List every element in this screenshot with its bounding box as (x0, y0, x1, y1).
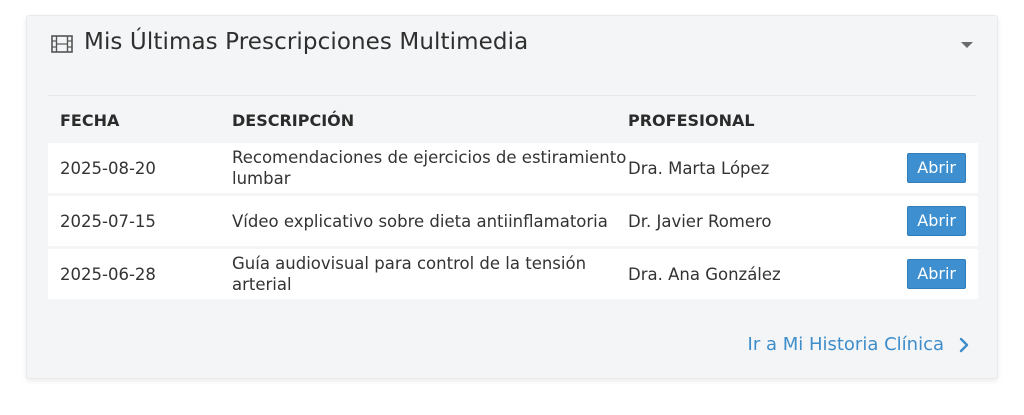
cell-action: Abrir (860, 196, 978, 246)
caret-down-icon[interactable] (959, 38, 975, 52)
prescriptions-table: FECHA DESCRIPCIÓN PROFESIONAL 2025-08-20… (48, 97, 978, 302)
column-header-action (860, 100, 978, 140)
panel-title: Mis Últimas Prescripciones Multimedia (84, 29, 529, 55)
table-row: 2025-08-20 Recomendaciones de ejercicios… (48, 143, 978, 193)
panel-header: Mis Últimas Prescripciones Multimedia (27, 16, 997, 74)
open-button[interactable]: Abrir (907, 259, 966, 289)
cell-date: 2025-08-20 (48, 143, 232, 193)
open-button[interactable]: Abrir (907, 153, 966, 183)
cell-description: Vídeo explicativo sobre dieta antiinflam… (232, 196, 628, 246)
table-header-row: FECHA DESCRIPCIÓN PROFESIONAL (48, 100, 978, 140)
cell-professional: Dr. Javier Romero (628, 196, 860, 246)
header-divider (48, 95, 976, 96)
prescriptions-panel: Mis Últimas Prescripciones Multimedia FE… (26, 15, 998, 379)
cell-professional: Dra. Ana González (628, 249, 860, 299)
chevron-right-icon (958, 337, 970, 353)
cell-professional: Dra. Marta López (628, 143, 860, 193)
table-row: 2025-06-28 Guía audiovisual para control… (48, 249, 978, 299)
medical-history-link[interactable]: Ir a Mi Historia Clínica (748, 334, 970, 355)
open-button[interactable]: Abrir (907, 206, 966, 236)
medical-history-link-label: Ir a Mi Historia Clínica (747, 334, 944, 355)
film-icon (51, 35, 73, 53)
table-row: 2025-07-15 Vídeo explicativo sobre dieta… (48, 196, 978, 246)
cell-action: Abrir (860, 143, 978, 193)
column-header-professional: PROFESIONAL (628, 110, 755, 130)
cell-date: 2025-07-15 (48, 196, 232, 246)
cell-description: Recomendaciones de ejercicios de estiram… (232, 143, 628, 193)
cell-action: Abrir (860, 249, 978, 299)
cell-date: 2025-06-28 (48, 249, 232, 299)
column-header-date: FECHA (60, 110, 120, 130)
column-header-description: DESCRIPCIÓN (232, 110, 355, 130)
cell-description: Guía audiovisual para control de la tens… (232, 249, 628, 299)
